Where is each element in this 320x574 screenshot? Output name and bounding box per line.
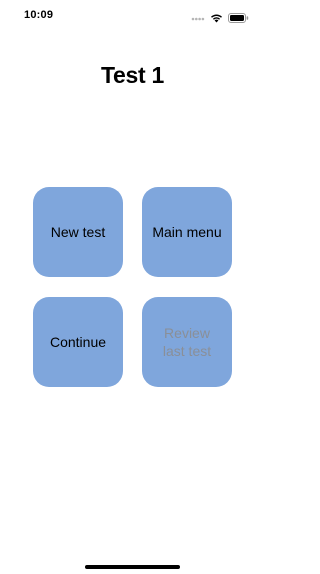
page-title: Test 1: [101, 62, 164, 88]
new-test-button[interactable]: New test: [33, 187, 123, 277]
home-indicator[interactable]: [85, 565, 180, 569]
battery-icon: [228, 10, 249, 28]
review-label-line1: Review: [164, 325, 210, 341]
continue-button[interactable]: Continue: [33, 297, 123, 387]
wifi-icon: [210, 10, 223, 28]
continue-label: Continue: [49, 334, 107, 350]
review-last-test-label: Review last test: [163, 324, 211, 360]
status-icons: [191, 10, 249, 28]
main-menu-button[interactable]: Main menu: [142, 187, 232, 277]
status-time: 10:09: [24, 9, 54, 21]
review-last-test-button: Review last test: [142, 297, 232, 387]
review-label-line2: last test: [162, 343, 212, 359]
main-menu-label: Main menu: [152, 224, 222, 240]
status-bar: 10:09: [0, 0, 265, 30]
new-test-label: New test: [50, 224, 106, 240]
signal-dots-icon: [191, 10, 205, 28]
